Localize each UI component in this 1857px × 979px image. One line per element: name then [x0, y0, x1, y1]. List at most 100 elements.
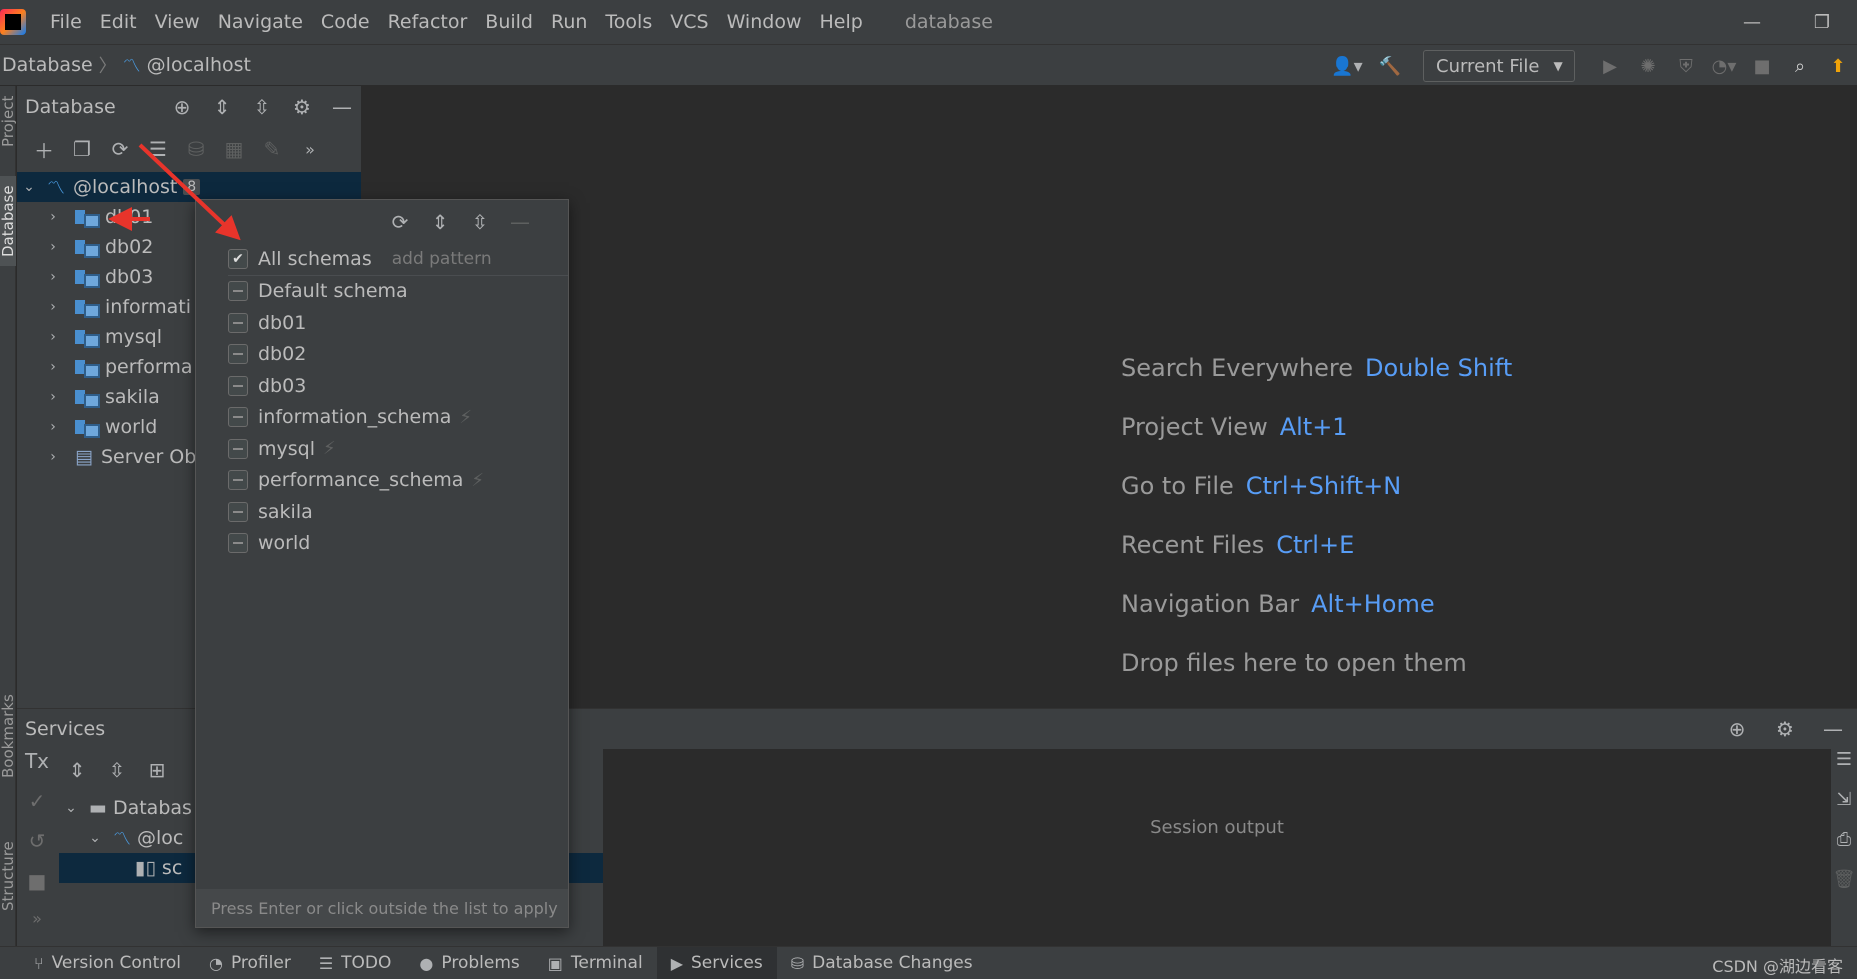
collapse-all-icon[interactable]: ⇳ [460, 210, 500, 234]
schema-option-all[interactable]: ✔ All schemas add pattern [228, 244, 568, 276]
checkbox-indeterminate-icon[interactable] [228, 375, 248, 396]
menu-vcs[interactable]: VCS [670, 11, 708, 33]
table-icon[interactable]: ▦ [215, 137, 253, 161]
run-config-select[interactable]: Current File ▼ [1423, 50, 1575, 82]
schema-option[interactable]: Default schema [228, 276, 568, 308]
stop-icon[interactable]: ■ [1743, 56, 1781, 77]
gear-icon[interactable]: ⚙ [1761, 717, 1809, 741]
build-hammer-icon[interactable]: 🔨 [1371, 56, 1409, 77]
menu-view[interactable]: View [155, 11, 200, 33]
minus-icon[interactable]: — [500, 210, 540, 234]
menu-tools[interactable]: Tools [605, 11, 652, 33]
menu-file[interactable]: File [50, 11, 82, 33]
refresh-icon[interactable]: ⟳ [380, 210, 420, 234]
scroll-to-end-icon[interactable]: ⇲ [1831, 789, 1857, 829]
locate-icon[interactable]: ⊕ [162, 95, 202, 119]
more-icon[interactable]: » [291, 140, 329, 159]
tab-structure[interactable]: Structure [0, 826, 17, 926]
menu-window[interactable]: Window [727, 11, 802, 33]
tree-row-host[interactable]: ⌄ 〽 @localhost 8 [17, 172, 361, 202]
chevron-down-icon[interactable]: ⌄ [59, 800, 83, 816]
checkbox-indeterminate-icon[interactable] [228, 533, 248, 554]
minimize-icon[interactable]: — [1717, 12, 1787, 33]
checkbox-indeterminate-icon[interactable] [228, 501, 248, 522]
tool-version-control[interactable]: ⑂ Version Control [0, 947, 195, 979]
chevron-right-icon[interactable]: › [41, 209, 65, 225]
hide-icon[interactable]: — [322, 95, 362, 119]
menu-refactor[interactable]: Refactor [388, 11, 468, 33]
schema-option[interactable]: information_schema ⚡ [228, 402, 568, 434]
schema-option[interactable]: db03 [228, 370, 568, 402]
schema-option[interactable]: sakila [228, 496, 568, 528]
tool-terminal[interactable]: ▣ Terminal [534, 947, 657, 979]
debug-icon[interactable]: ✺ [1629, 56, 1667, 77]
tab-bookmarks[interactable]: Bookmarks [0, 686, 17, 786]
transaction-icon[interactable]: Tx [17, 749, 57, 789]
schema-settings-icon[interactable]: ☰ [139, 137, 177, 161]
coverage-icon[interactable]: ⛨ [1667, 56, 1705, 77]
profile-icon[interactable]: ◔▾ [1705, 56, 1743, 77]
checkbox-indeterminate-icon[interactable] [228, 281, 248, 302]
menu-edit[interactable]: Edit [100, 11, 137, 33]
schema-option[interactable]: mysql ⚡ [228, 433, 568, 465]
checkbox-indeterminate-icon[interactable] [228, 470, 248, 491]
trash-icon[interactable]: 🗑 [1831, 869, 1857, 909]
run-icon[interactable]: ▶ [1591, 56, 1629, 77]
menu-help[interactable]: Help [819, 11, 862, 33]
checkbox-indeterminate-icon[interactable] [228, 344, 248, 365]
tool-todo[interactable]: ☰ TODO [305, 947, 406, 979]
locate-icon[interactable]: ⊕ [1713, 717, 1761, 741]
collapse-all-icon[interactable]: ⇳ [242, 95, 282, 119]
breadcrumb-host[interactable]: @localhost [147, 54, 251, 76]
schema-option[interactable]: performance_schema ⚡ [228, 465, 568, 497]
expand-all-icon[interactable]: ⇕ [57, 758, 97, 782]
tool-database-changes[interactable]: ⛁ Database Changes [777, 947, 987, 979]
menu-run[interactable]: Run [551, 11, 587, 33]
commit-icon[interactable]: ✓ [17, 789, 57, 829]
edit-icon[interactable]: ✎ [253, 137, 291, 161]
chevron-right-icon[interactable]: › [41, 239, 65, 255]
tool-problems[interactable]: ● Problems [405, 947, 533, 979]
chevron-right-icon[interactable]: › [41, 419, 65, 435]
checkbox-checked-icon[interactable]: ✔ [228, 249, 248, 270]
menu-build[interactable]: Build [485, 11, 533, 33]
checkbox-indeterminate-icon[interactable] [228, 312, 248, 333]
chevron-down-icon[interactable]: ⌄ [17, 179, 41, 195]
chevron-right-icon[interactable]: › [41, 299, 65, 315]
chevron-right-icon[interactable]: › [41, 389, 65, 405]
tab-database[interactable]: Database [0, 176, 17, 266]
user-icon[interactable]: 👤▾ [1323, 56, 1371, 77]
menu-navigate[interactable]: Navigate [218, 11, 303, 33]
group-icon[interactable]: ⊞ [137, 758, 177, 782]
schema-option[interactable]: world [228, 528, 568, 560]
soft-wrap-icon[interactable]: ☰ [1831, 749, 1857, 789]
search-icon[interactable]: ⌕ [1781, 56, 1819, 77]
rollback-icon[interactable]: ↺ [17, 829, 57, 869]
schema-option[interactable]: db01 [228, 307, 568, 339]
tab-project[interactable]: Project [0, 86, 17, 156]
add-pattern-link[interactable]: add pattern [392, 249, 492, 269]
refresh-icon[interactable]: ⟳ [101, 137, 139, 161]
restore-icon[interactable]: ❐ [1787, 12, 1857, 33]
schema-option[interactable]: db02 [228, 339, 568, 371]
chevron-right-icon[interactable]: › [41, 449, 65, 465]
print-icon[interactable]: ⎙ [1831, 829, 1857, 869]
checkbox-indeterminate-icon[interactable] [228, 438, 248, 459]
chevron-right-icon[interactable]: › [41, 359, 65, 375]
update-icon[interactable]: ⬆ [1819, 56, 1857, 77]
collapse-all-icon[interactable]: ⇳ [97, 758, 137, 782]
add-icon[interactable]: ＋ [25, 135, 63, 164]
expand-all-icon[interactable]: ⇕ [420, 210, 460, 234]
chevron-right-icon[interactable]: › [41, 329, 65, 345]
chevron-right-icon[interactable]: › [41, 269, 65, 285]
database-icon[interactable]: ⛁ [177, 137, 215, 161]
gear-icon[interactable]: ⚙ [282, 95, 322, 119]
breadcrumb-database[interactable]: Database [2, 54, 93, 76]
more-icon[interactable]: » [17, 909, 57, 949]
tool-profiler[interactable]: ◔ Profiler [195, 947, 305, 979]
menu-code[interactable]: Code [321, 11, 370, 33]
expand-all-icon[interactable]: ⇕ [202, 95, 242, 119]
tool-services[interactable]: ▶ Services [656, 946, 777, 979]
stop-icon[interactable]: ■ [17, 869, 57, 909]
hide-icon[interactable]: — [1809, 717, 1857, 741]
